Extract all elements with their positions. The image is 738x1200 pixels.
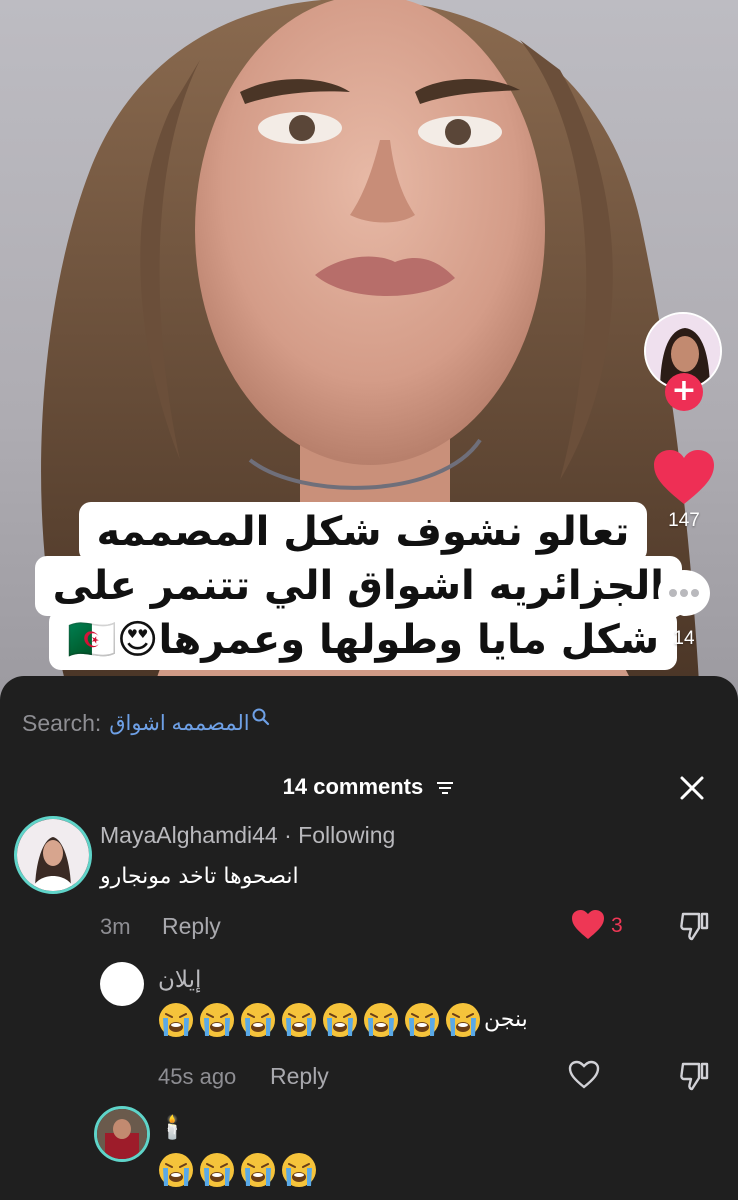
loudly-crying-emoji: [159, 1153, 193, 1187]
avatar-image: [17, 819, 89, 891]
like-count: 147: [668, 510, 700, 531]
comment-like-count: 3: [611, 914, 623, 937]
video-player[interactable]: تعالو نشوف شكل المصممه الجزائريه اشواق ا…: [0, 0, 738, 700]
reply-avatar[interactable]: [100, 962, 144, 1006]
comment-text: انصحوها تاخد مونجارو: [100, 864, 299, 889]
comment-time: 3m: [100, 914, 131, 939]
reply-emoji-row: [158, 1002, 481, 1038]
filter-icon[interactable]: [435, 780, 455, 796]
loudly-crying-emoji: [200, 1003, 234, 1037]
reply-button[interactable]: Reply: [270, 1063, 329, 1090]
loudly-crying-emoji: [405, 1003, 439, 1037]
caption-line: الجزائريه اشواق الي تتنمر على: [34, 556, 682, 616]
reply-text: بنجن: [484, 1007, 528, 1032]
loudly-crying-emoji: [200, 1153, 234, 1187]
comments-count-title: 14 comments: [282, 774, 424, 799]
heart-outline-icon[interactable]: [568, 1060, 600, 1090]
loudly-crying-emoji: [323, 1003, 357, 1037]
reply-username[interactable]: إيلان: [158, 966, 201, 993]
comment-username[interactable]: MayaAlghamdi44 · Following: [100, 822, 395, 849]
reply-button[interactable]: Reply: [162, 913, 221, 940]
loudly-crying-emoji: [446, 1003, 480, 1037]
comment-avatar[interactable]: [14, 816, 92, 894]
loudly-crying-emoji: [241, 1153, 275, 1187]
avatar-image: [97, 1109, 147, 1159]
caption-line: تعالو نشوف شكل المصممه: [78, 502, 648, 562]
loudly-crying-emoji: [282, 1003, 316, 1037]
comment-sheet: Search: المصممه اشواق 14 comments MayaAl…: [0, 676, 738, 1200]
loudly-crying-emoji: [241, 1003, 275, 1037]
comment-count: 14: [673, 628, 695, 649]
related-search[interactable]: Search: المصممه اشواق: [22, 706, 270, 740]
comment-bubble-icon[interactable]: [656, 568, 712, 622]
search-icon: [252, 708, 269, 726]
loudly-crying-emoji: [364, 1003, 398, 1037]
dislike-icon[interactable]: [678, 1060, 710, 1092]
heart-icon[interactable]: [572, 910, 604, 940]
caption-line: شكل مايا وطولها وعمرها😍🇩🇿: [48, 610, 678, 670]
loudly-crying-emoji: [282, 1153, 316, 1187]
reply-avatar[interactable]: [94, 1106, 150, 1162]
comments-header: 14 comments: [0, 774, 738, 800]
reply-username[interactable]: 🕯️: [158, 1114, 187, 1141]
loudly-crying-emoji: [159, 1003, 193, 1037]
search-prefix: Search:: [22, 709, 102, 736]
dislike-icon[interactable]: [678, 910, 710, 942]
search-term-link[interactable]: المصممه اشواق: [109, 711, 249, 736]
reply-emoji-row: [158, 1152, 317, 1188]
reply-time: 45s ago: [158, 1064, 237, 1089]
heart-icon[interactable]: [654, 450, 714, 506]
follow-plus-icon[interactable]: +: [665, 373, 703, 411]
video-caption: تعالو نشوف شكل المصممه الجزائريه اشواق ا…: [34, 502, 682, 680]
close-icon[interactable]: [678, 774, 706, 802]
